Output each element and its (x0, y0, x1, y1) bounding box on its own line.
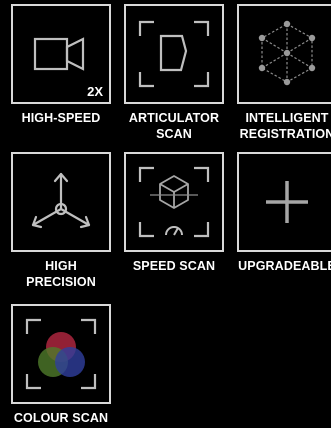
speed-badge: 2X (87, 84, 103, 99)
tile-speed-scan[interactable]: SPEED SCAN (124, 152, 224, 273)
articulator-scan-icon (138, 20, 210, 88)
tile-upgradeable[interactable]: UPGRADEABLE (237, 152, 331, 273)
tile-colour-scan[interactable]: COLOUR SCAN (11, 304, 111, 425)
cube-network-icon (258, 20, 316, 86)
tile-box (11, 304, 111, 404)
tile-box (124, 4, 224, 104)
tile-box (237, 4, 331, 104)
tile-high-speed[interactable]: 2X HIGH-SPEED (11, 4, 111, 125)
tile-box (237, 152, 331, 252)
tile-box (11, 152, 111, 252)
colour-circles-icon (25, 318, 97, 390)
tile-label: HIGH-SPEED (21, 111, 101, 125)
tile-articulator-scan[interactable]: ARTICULATOR SCAN (124, 4, 224, 141)
tile-label: ARTICULATOR SCAN (128, 111, 220, 141)
tile-label: UPGRADEABLE (238, 259, 331, 273)
tri-axis-icon (31, 172, 91, 229)
tile-box: 2X (11, 4, 111, 104)
speed-scan-icon (138, 166, 210, 238)
tile-label: INTELLIGENT REGISTRATION (239, 111, 331, 141)
tile-label: COLOUR SCAN (13, 411, 109, 425)
tile-intelligent-registration[interactable]: INTELLIGENT REGISTRATION (237, 4, 331, 141)
tile-high-precision[interactable]: HIGH PRECISION (11, 152, 111, 289)
tile-label: HIGH PRECISION (26, 259, 96, 289)
tile-label: SPEED SCAN (132, 259, 216, 273)
plus-icon (266, 181, 308, 223)
tile-box (124, 152, 224, 252)
